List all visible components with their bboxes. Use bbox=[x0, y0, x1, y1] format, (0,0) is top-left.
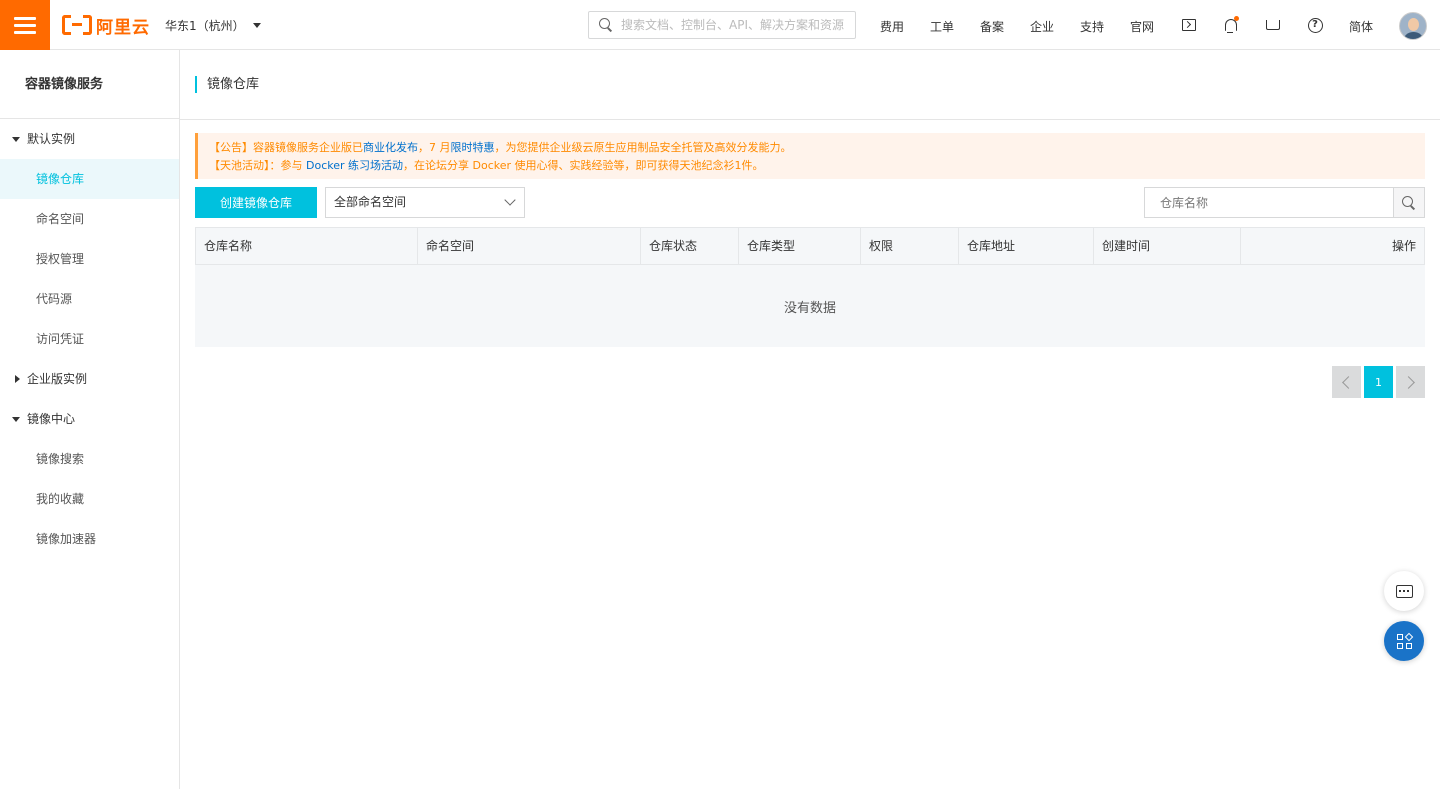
global-search[interactable] bbox=[588, 11, 856, 39]
nav-official-site[interactable]: 官网 bbox=[1130, 18, 1180, 35]
filter-search-button[interactable] bbox=[1393, 188, 1424, 217]
search-icon bbox=[1402, 195, 1416, 210]
docker-activity-link[interactable]: Docker 练习场活动 bbox=[306, 159, 403, 172]
create-repository-button[interactable]: 创建镜像仓库 bbox=[195, 187, 317, 218]
user-avatar[interactable] bbox=[1399, 12, 1427, 40]
sidebar-item-my-favorites[interactable]: 我的收藏 bbox=[0, 479, 179, 519]
aliyun-logo-icon bbox=[62, 15, 92, 35]
aliyun-logo[interactable]: 阿里云 bbox=[62, 13, 150, 38]
notice-text: ，为您提供企业级云原生应用制品安全托管及高效分发能力。 bbox=[494, 141, 792, 154]
next-page-button[interactable] bbox=[1396, 366, 1425, 398]
nav-tickets[interactable]: 工单 bbox=[930, 18, 980, 35]
sidebar-group-label: 默认实例 bbox=[27, 132, 76, 146]
prev-page-button[interactable] bbox=[1332, 366, 1361, 398]
notice-text: ，在论坛分享 Docker 使用心得、实践经验等，即可获得天池纪念衫1件。 bbox=[403, 159, 764, 172]
column-header-repo-name: 仓库名称 bbox=[196, 228, 418, 264]
top-nav: 费用 工单 备案 企业 支持 官网 bbox=[880, 18, 1180, 35]
nav-support[interactable]: 支持 bbox=[1080, 18, 1130, 35]
triangle-right-icon bbox=[15, 375, 20, 383]
notification-dot bbox=[1234, 16, 1239, 21]
sidebar-item-image-search[interactable]: 镜像搜索 bbox=[0, 439, 179, 479]
column-header-permission: 权限 bbox=[861, 228, 959, 264]
notice-line-2: 【天池活动】：参与 Docker 练习场活动，在论坛分享 Docker 使用心得… bbox=[209, 157, 1425, 175]
feedback-chat-button[interactable] bbox=[1384, 571, 1424, 611]
sidebar-group-label: 企业版实例 bbox=[27, 372, 88, 386]
notice-text: 【天池活动】：参与 bbox=[209, 159, 306, 172]
chevron-right-icon bbox=[1402, 375, 1415, 389]
commercial-release-link[interactable]: 商业化发布 bbox=[363, 141, 418, 154]
triangle-down-icon bbox=[12, 416, 20, 422]
nav-fees[interactable]: 费用 bbox=[880, 18, 930, 35]
repository-name-input[interactable] bbox=[1145, 188, 1394, 217]
logo-text: 阿里云 bbox=[96, 17, 150, 38]
repository-table: 仓库名称 命名空间 仓库状态 仓库类型 权限 仓库地址 创建时间 操作 没有数据 bbox=[195, 227, 1425, 347]
caret-down-icon bbox=[252, 23, 261, 28]
nav-enterprise[interactable]: 企业 bbox=[1030, 18, 1080, 35]
sidebar-group-image-center[interactable]: 镜像中心 bbox=[0, 399, 179, 439]
namespace-select-value: 全部命名空间 bbox=[334, 195, 407, 209]
column-header-repo-status: 仓库状态 bbox=[641, 228, 739, 264]
bell-icon[interactable] bbox=[1221, 15, 1241, 35]
sidebar-item-code-source[interactable]: 代码源 bbox=[0, 279, 179, 319]
apps-grid-icon bbox=[1396, 632, 1413, 649]
quick-apps-button[interactable] bbox=[1384, 621, 1424, 661]
cart-icon[interactable] bbox=[1263, 15, 1283, 35]
toolbar: 创建镜像仓库 全部命名空间 bbox=[195, 187, 1425, 219]
pagination: 1 bbox=[1332, 366, 1425, 398]
notice-text: 【公告】容器镜像服务企业版已 bbox=[209, 141, 363, 154]
page-header: 镜像仓库 bbox=[180, 50, 1440, 120]
chat-bubble-icon bbox=[1395, 584, 1413, 598]
sidebar-group-default-instance[interactable]: 默认实例 bbox=[0, 119, 179, 159]
hamburger-menu-icon[interactable] bbox=[0, 0, 50, 50]
namespace-select[interactable]: 全部命名空间 bbox=[325, 187, 525, 218]
page-button-current[interactable]: 1 bbox=[1364, 366, 1393, 398]
table-header: 仓库名称 命名空间 仓库状态 仓库类型 权限 仓库地址 创建时间 操作 bbox=[195, 227, 1425, 265]
triangle-down-icon bbox=[12, 136, 20, 142]
column-header-repo-address: 仓库地址 bbox=[959, 228, 1094, 264]
sidebar-item-image-accelerator[interactable]: 镜像加速器 bbox=[0, 519, 179, 559]
sidebar-item-authorization[interactable]: 授权管理 bbox=[0, 239, 179, 279]
chevron-down-icon bbox=[504, 194, 516, 206]
global-search-input[interactable] bbox=[621, 18, 846, 32]
announcement-banner: 【公告】容器镜像服务企业版已商业化发布，7 月限时特惠，为您提供企业级云原生应用… bbox=[195, 133, 1425, 179]
top-bar: 阿里云 华东1（杭州） 费用 工单 备案 企业 支持 官网 ? 简体 bbox=[0, 0, 1440, 50]
sidebar-group-enterprise-instance[interactable]: 企业版实例 bbox=[0, 359, 179, 399]
notice-text: ，7 月 bbox=[418, 141, 451, 154]
sidebar-item-namespaces[interactable]: 命名空间 bbox=[0, 199, 179, 239]
sidebar-title: 容器镜像服务 bbox=[0, 50, 179, 119]
column-header-namespace: 命名空间 bbox=[418, 228, 641, 264]
page-title: 镜像仓库 bbox=[195, 76, 259, 93]
sidebar-item-access-credentials[interactable]: 访问凭证 bbox=[0, 319, 179, 359]
help-icon[interactable]: ? bbox=[1305, 15, 1325, 35]
column-header-actions: 操作 bbox=[1391, 239, 1416, 253]
notice-line-1: 【公告】容器镜像服务企业版已商业化发布，7 月限时特惠，为您提供企业级云原生应用… bbox=[209, 139, 1425, 157]
region-selector[interactable]: 华东1（杭州） bbox=[165, 17, 261, 34]
region-label: 华东1（杭州） bbox=[165, 19, 245, 33]
sidebar: 容器镜像服务 默认实例 镜像仓库 命名空间 授权管理 代码源 访问凭证 企业版实… bbox=[0, 50, 180, 789]
column-header-repo-type: 仓库类型 bbox=[739, 228, 861, 264]
sidebar-item-repositories[interactable]: 镜像仓库 bbox=[0, 159, 179, 199]
column-header-created-time: 创建时间 bbox=[1094, 228, 1241, 264]
chevron-left-icon bbox=[1342, 375, 1355, 389]
repository-filter bbox=[1144, 187, 1425, 218]
limited-offer-link[interactable]: 限时特惠 bbox=[451, 141, 495, 154]
terminal-icon[interactable] bbox=[1179, 15, 1199, 35]
table-empty-state: 没有数据 bbox=[195, 265, 1425, 347]
search-icon bbox=[599, 18, 613, 32]
sidebar-group-label: 镜像中心 bbox=[27, 412, 76, 426]
nav-icp[interactable]: 备案 bbox=[980, 18, 1030, 35]
language-switch[interactable]: 简体 bbox=[1349, 18, 1373, 35]
